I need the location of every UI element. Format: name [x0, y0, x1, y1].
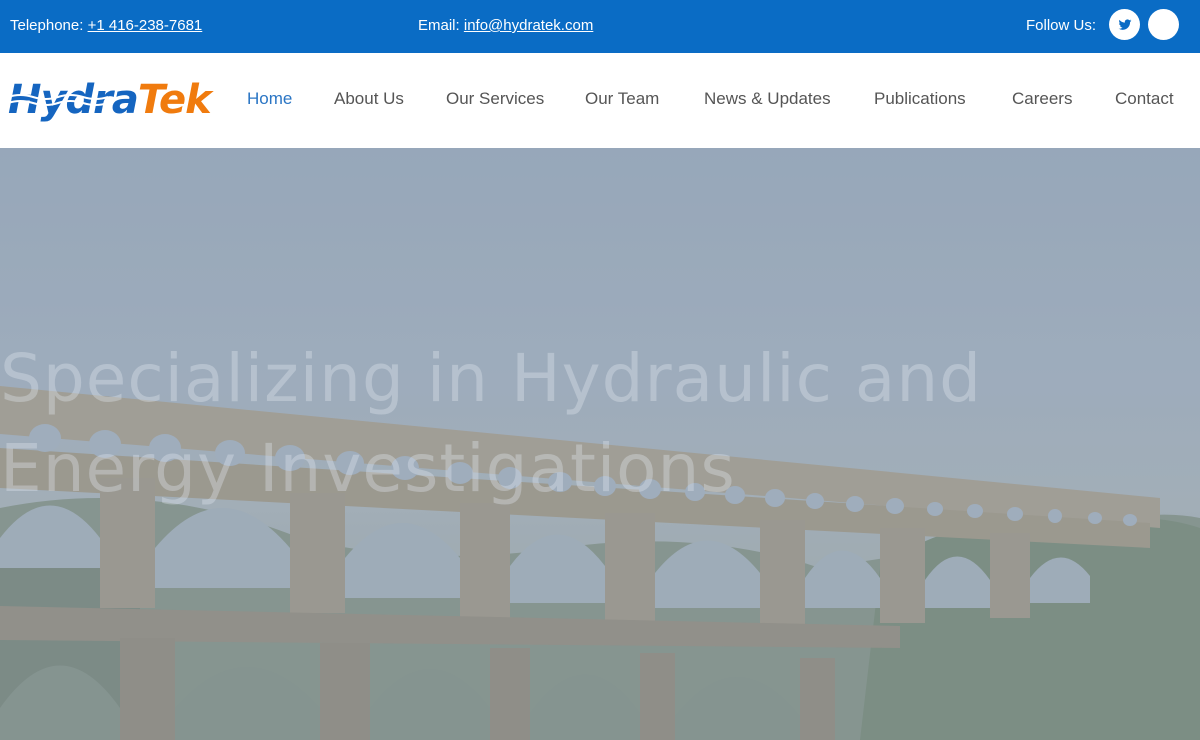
email-info: Email: info@hydratek.com: [418, 17, 593, 34]
telephone-link[interactable]: +1 416-238-7681: [88, 17, 203, 34]
hero-banner: Specializing in Hydraulic and Energy Inv…: [0, 148, 1200, 740]
nav-item-contact[interactable]: Contact: [1115, 89, 1174, 109]
site-header: HydraTek Home About Us Our Services Our …: [0, 53, 1200, 148]
nav-item-news-updates[interactable]: News & Updates: [704, 89, 831, 109]
email-label: Email:: [418, 17, 460, 34]
twitter-icon[interactable]: [1109, 9, 1140, 40]
linkedin-icon[interactable]: in: [1148, 9, 1179, 40]
hero-title-line-1: Specializing in Hydraulic and: [0, 340, 983, 417]
twitter-bird-glyph: [1118, 18, 1131, 30]
top-contact-bar: Telephone: +1 416-238-7681 Email: info@h…: [0, 0, 1200, 53]
nav-item-about-us[interactable]: About Us: [334, 89, 404, 109]
telephone-label: Telephone:: [10, 17, 84, 34]
linkedin-glyph: in: [1157, 17, 1170, 32]
nav-item-publications[interactable]: Publications: [874, 89, 966, 109]
follow-us-label: Follow Us:: [1026, 17, 1097, 34]
hero-title: Specializing in Hydraulic and Energy Inv…: [0, 334, 1000, 514]
main-navigation: Home About Us Our Services Our Team News…: [0, 89, 1200, 113]
email-link[interactable]: info@hydratek.com: [464, 17, 593, 34]
nav-item-our-team[interactable]: Our Team: [585, 89, 659, 109]
telephone-info: Telephone: +1 416-238-7681: [10, 17, 202, 34]
hero-title-line-2: Energy Investigations: [0, 430, 736, 507]
nav-item-home[interactable]: Home: [247, 89, 292, 109]
nav-item-our-services[interactable]: Our Services: [446, 89, 544, 109]
nav-item-careers[interactable]: Careers: [1012, 89, 1072, 109]
